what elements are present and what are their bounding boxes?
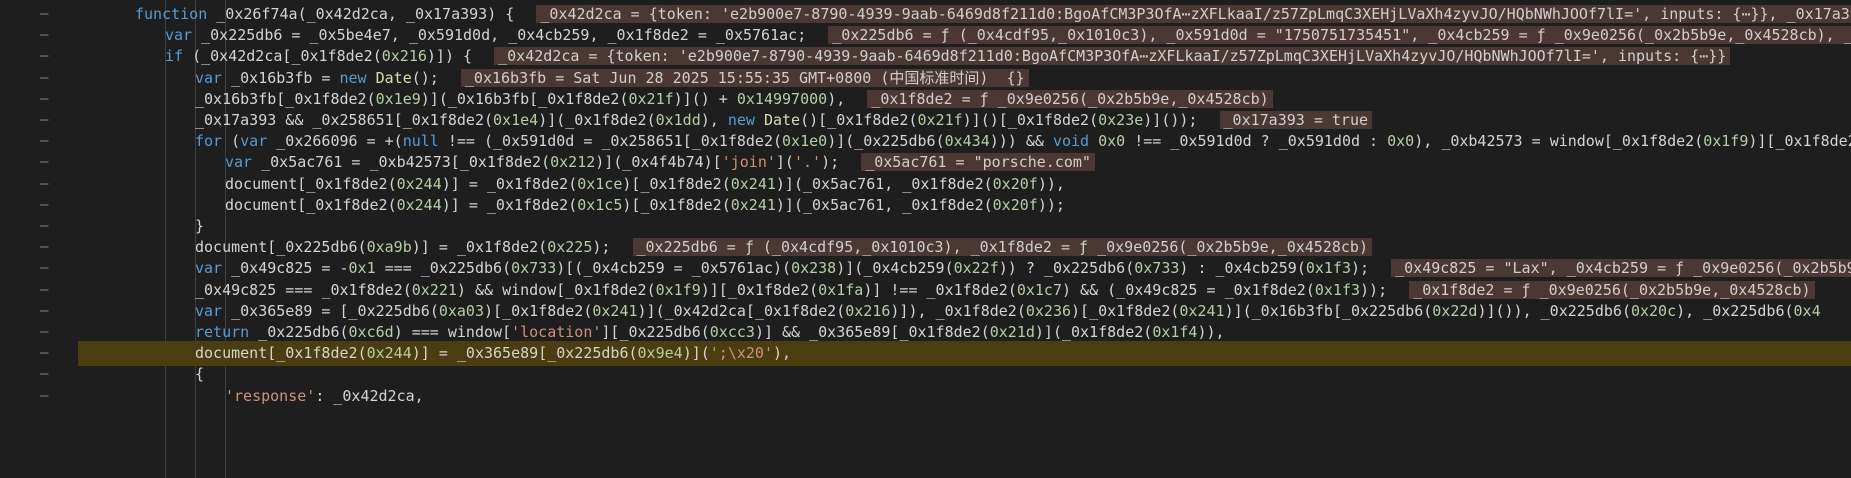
breakpoint-marker[interactable]: – [40, 215, 48, 237]
code-text: var _0x16b3fb = new Date(); _0x16b3fb = … [195, 68, 1029, 88]
code-text: } [195, 217, 205, 235]
code-text: _0x17a393 && _0x258651[_0x1f8de2(0x1e4)]… [195, 110, 1373, 130]
breakpoint-marker[interactable]: – [40, 130, 48, 152]
code-editor[interactable]: – function _0x26f74a(_0x42d2ca, _0x17a393… [0, 0, 1851, 478]
breakpoint-marker[interactable]: – [40, 194, 48, 216]
code-text: var _0x365e89 = [_0x225db6(0xa03)[_0x1f8… [195, 301, 1821, 320]
breakpoint-marker[interactable]: – [40, 109, 48, 131]
inline-value: _0x1f8de2 = ƒ _0x9e0256(_0x2b5b9e,_0x452… [1409, 280, 1815, 299]
code-text: document[_0x1f8de2(0x244)] = _0x1f8de2(0… [225, 174, 1065, 193]
code-line[interactable]: – 'response': _0x42d2ca, [0, 384, 1851, 409]
breakpoint-marker[interactable]: – [40, 321, 48, 343]
code-text: var _0x5ac761 = _0xb42573[_0x1f8de2(0x21… [225, 152, 1095, 172]
inline-value: _0x49c825 = "Lax", _0x4cb259 = ƒ _0x9e02… [1391, 259, 1851, 278]
code-text: document[_0x1f8de2(0x244)] = _0x365e89[_… [195, 344, 792, 363]
breakpoint-marker[interactable]: – [40, 173, 48, 195]
breakpoint-marker[interactable]: – [40, 45, 48, 67]
code-text: document[_0x1f8de2(0x244)] = _0x1f8de2(0… [225, 195, 1065, 214]
breakpoint-marker[interactable]: – [40, 342, 48, 364]
breakpoint-marker[interactable]: – [40, 88, 48, 110]
code-text: var _0x225db6 = _0x5be4e7, _0x591d0d, _0… [165, 25, 1851, 45]
code-text: _0x49c825 === _0x1f8de2(0x221) && window… [195, 280, 1815, 300]
breakpoint-marker[interactable]: – [40, 236, 48, 258]
code-text: return _0x225db6(0xc6d) === window['loca… [195, 323, 1225, 341]
breakpoint-marker[interactable]: – [40, 300, 48, 322]
inline-value: _0x42d2ca = {token: 'e2b900e7-8790-4939-… [536, 5, 1851, 23]
code-text: _0x16b3fb[_0x1f8de2(0x1e9)](_0x16b3fb[_0… [195, 89, 1273, 109]
breakpoint-marker[interactable]: – [40, 24, 48, 46]
breakpoint-marker[interactable]: – [40, 3, 48, 25]
inline-value: _0x42d2ca = {token: 'e2b900e7-8790-4939-… [494, 47, 1731, 66]
breakpoint-marker[interactable]: – [40, 257, 48, 279]
code-text: document[_0x225db6(0xa9b)] = _0x1f8de2(0… [195, 237, 1372, 257]
code-text: function _0x26f74a(_0x42d2ca, _0x17a393)… [135, 4, 1851, 24]
code-text: if (_0x42d2ca[_0x1f8de2(0x216)]) { _0x42… [165, 46, 1731, 66]
breakpoint-marker[interactable]: – [40, 363, 48, 385]
breakpoint-marker[interactable]: – [40, 385, 48, 407]
breakpoint-marker[interactable]: – [40, 279, 48, 301]
code-text: { [195, 365, 205, 384]
inline-value: _0x17a393 = true [1219, 111, 1373, 129]
inline-value: _0x225db6 = ƒ (_0x4cdf95,_0x1010c3), _0x… [828, 26, 1851, 45]
breakpoint-marker[interactable]: – [40, 151, 48, 173]
breakpoint-marker[interactable]: – [40, 67, 48, 89]
code-text: for (var _0x266096 = +(null !== (_0x591d… [195, 132, 1851, 151]
code-text: var _0x49c825 = -0x1 === _0x225db6(0x733… [195, 258, 1851, 278]
inline-value: _0x16b3fb = Sat Jun 28 2025 15:55:35 GMT… [460, 68, 1029, 87]
code-text: 'response': _0x42d2ca, [225, 386, 424, 405]
inline-value: _0x1f8de2 = ƒ _0x9e0256(_0x2b5b9e,_0x452… [867, 89, 1273, 108]
inline-value: _0x5ac761 = "porsche.com" [861, 153, 1095, 172]
inline-value: _0x225db6 = ƒ (_0x4cdf95,_0x1010c3), _0x… [632, 238, 1372, 257]
